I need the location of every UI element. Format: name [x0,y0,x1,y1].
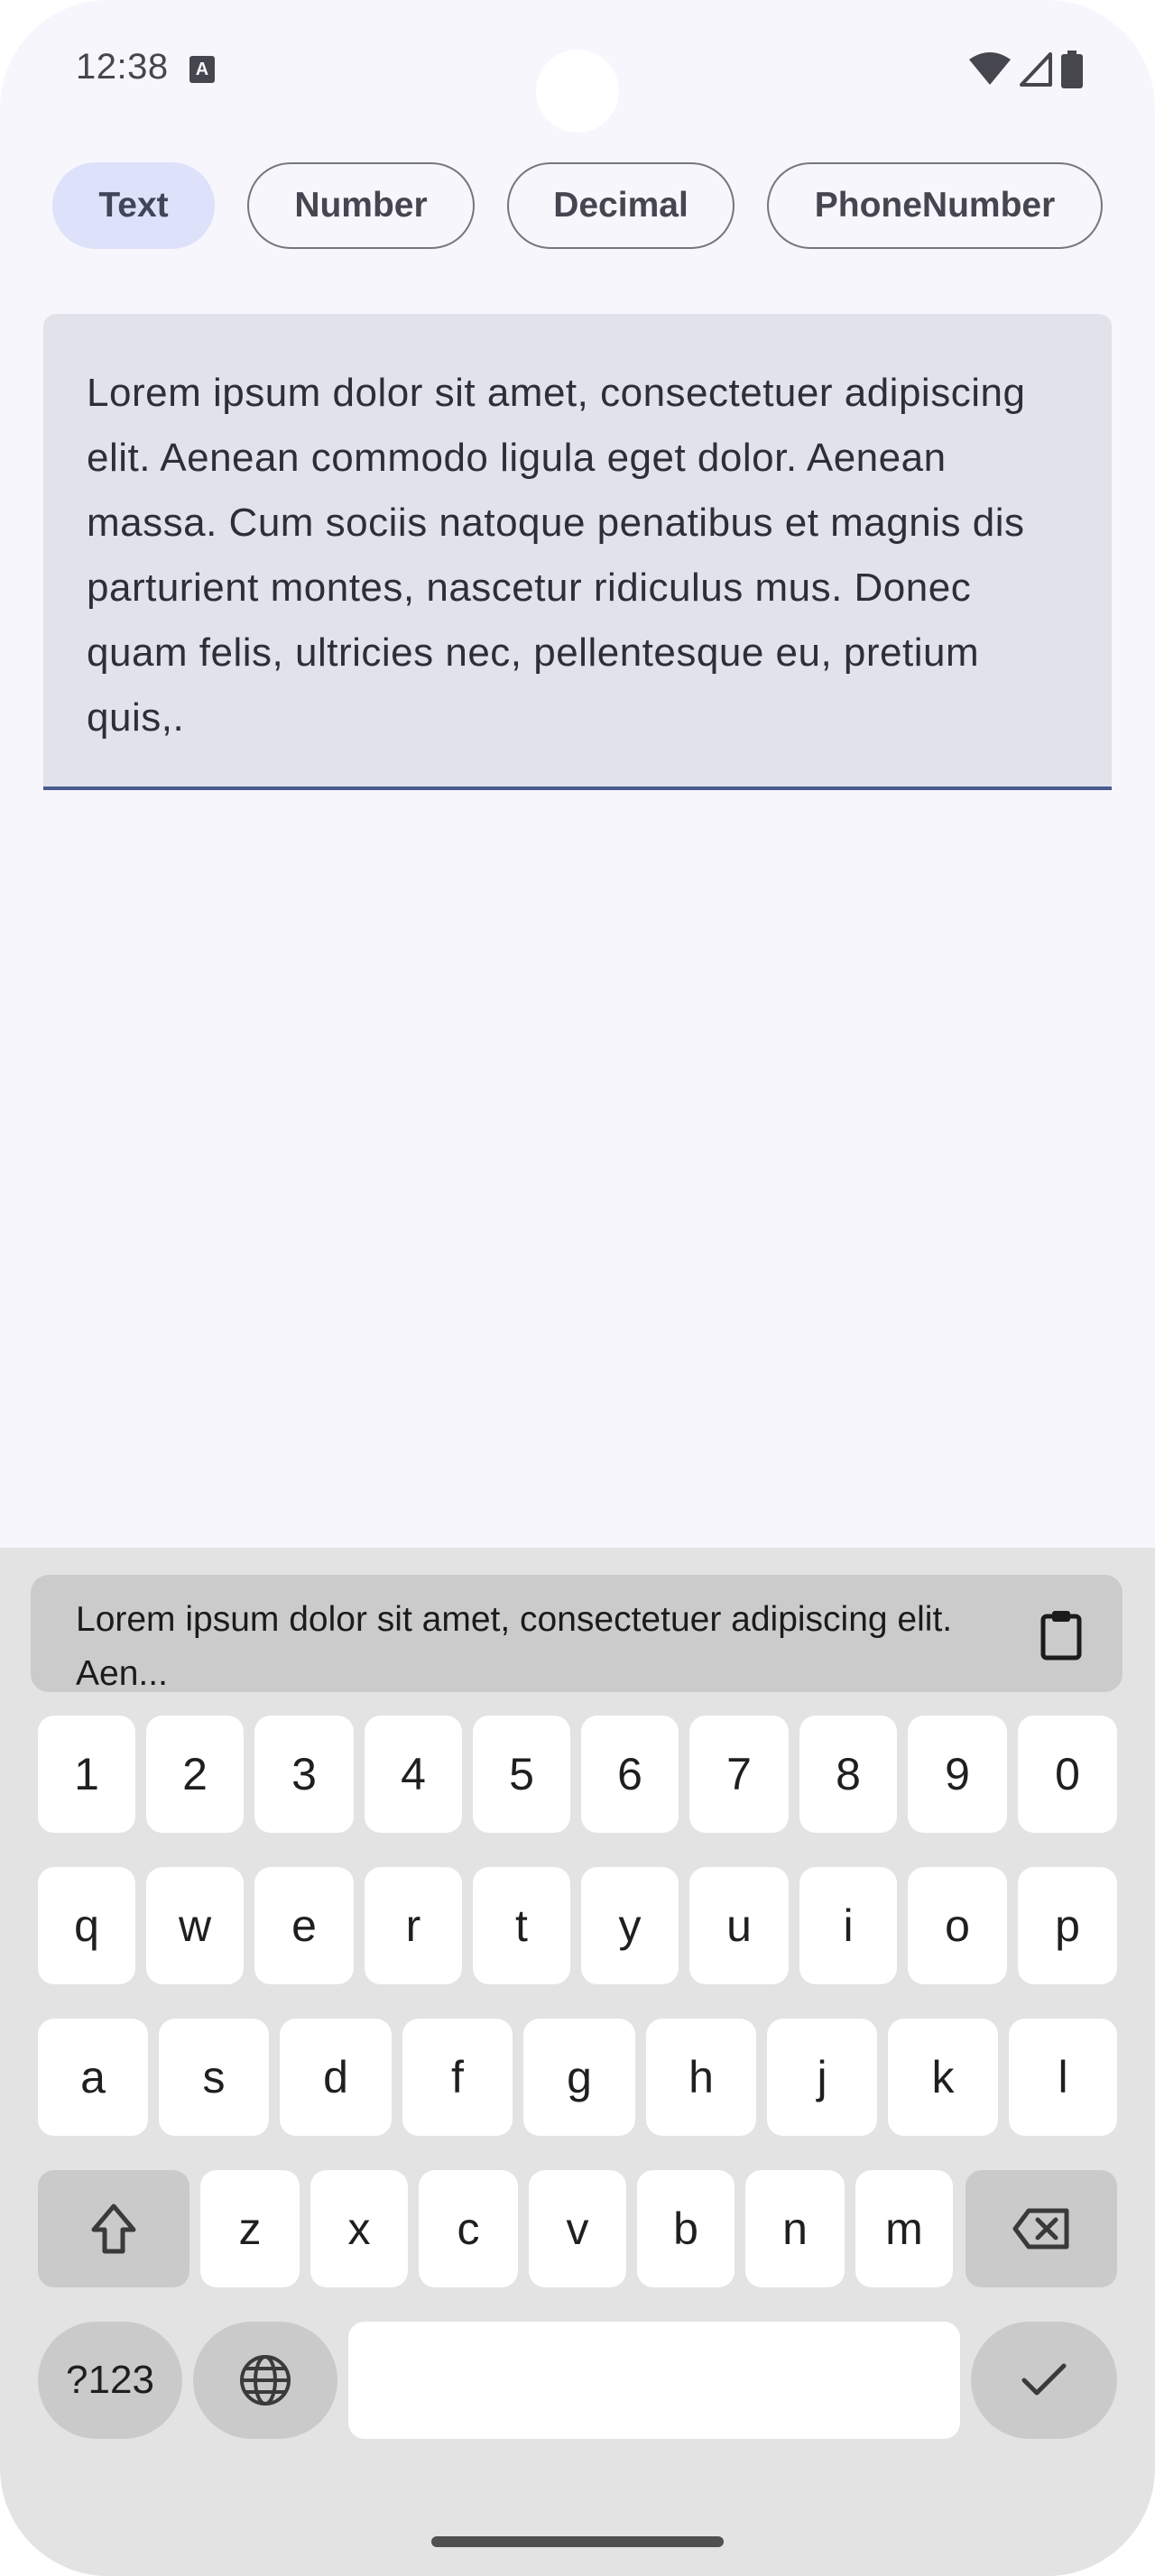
key-w[interactable]: w [146,1867,244,1984]
key-y[interactable]: y [581,1867,679,1984]
keyboard-notification-icon: A [189,56,215,83]
backspace-icon [1012,2208,1069,2249]
key-1[interactable]: 1 [38,1716,135,1833]
key-9[interactable]: 9 [908,1716,1007,1833]
screen: 12:38 A Text Number Decimal PhoneNumber … [0,0,1155,2576]
key-6[interactable]: 6 [581,1716,679,1833]
key-a[interactable]: a [38,2019,148,2136]
clipboard-suggestion-text: Lorem ipsum dolor sit amet, consectetuer… [76,1600,953,1693]
key-q[interactable]: q [38,1867,135,1984]
clipboard-suggestion[interactable]: Lorem ipsum dolor sit amet, consectetuer… [31,1575,1123,1693]
chip-decimal[interactable]: Decimal [507,162,735,249]
key-j[interactable]: j [767,2019,877,2136]
text-input-field[interactable]: Lorem ipsum dolor sit amet, consectetuer… [43,314,1112,790]
key-z[interactable]: z [200,2170,300,2287]
key-5[interactable]: 5 [473,1716,570,1833]
input-type-chips: Text Number Decimal PhoneNumber [52,162,1103,249]
chip-number[interactable]: Number [247,162,475,249]
text-field-value: Lorem ipsum dolor sit amet, consectetuer… [87,371,1026,740]
chip-phone-number[interactable]: PhoneNumber [767,162,1103,249]
soft-keyboard: Lorem ipsum dolor sit amet, consectetuer… [0,1548,1155,2576]
key-4[interactable]: 4 [365,1716,462,1833]
key-f[interactable]: f [402,2019,513,2136]
status-icons [969,51,1083,88]
key-k[interactable]: k [888,2019,998,2136]
language-switch-key[interactable] [193,2322,337,2439]
key-b[interactable]: b [637,2170,735,2287]
status-bar: 12:38 A [0,0,1155,135]
key-i[interactable]: i [799,1867,897,1984]
cell-signal-icon [1020,52,1052,87]
checkmark-icon [1021,2363,1067,2396]
symbols-key[interactable]: ?123 [38,2322,182,2439]
key-l[interactable]: l [1009,2019,1117,2136]
key-n[interactable]: n [745,2170,845,2287]
shift-key[interactable] [38,2170,189,2287]
key-2[interactable]: 2 [146,1716,244,1833]
key-o[interactable]: o [908,1867,1007,1984]
key-p[interactable]: p [1018,1867,1117,1984]
shift-icon [91,2203,136,2254]
key-x[interactable]: x [310,2170,408,2287]
key-h[interactable]: h [646,2019,756,2136]
home-indicator[interactable] [431,2536,724,2547]
key-0[interactable]: 0 [1018,1716,1117,1833]
key-3[interactable]: 3 [254,1716,354,1833]
space-bar[interactable] [348,2322,960,2439]
globe-icon [240,2355,291,2406]
clipboard-icon[interactable] [1040,1609,1083,1661]
status-time: 12:38 [76,47,169,87]
key-t[interactable]: t [473,1867,570,1984]
key-d[interactable]: d [280,2019,392,2136]
wifi-icon [969,52,1011,85]
key-8[interactable]: 8 [799,1716,897,1833]
key-e[interactable]: e [254,1867,354,1984]
key-s[interactable]: s [159,2019,269,2136]
key-v[interactable]: v [529,2170,626,2287]
backspace-key[interactable] [966,2170,1117,2287]
chip-text[interactable]: Text [52,162,215,249]
battery-icon [1061,51,1083,88]
key-r[interactable]: r [365,1867,462,1984]
key-u[interactable]: u [689,1867,789,1984]
key-7[interactable]: 7 [689,1716,789,1833]
key-m[interactable]: m [855,2170,953,2287]
done-key[interactable] [971,2322,1117,2439]
camera-cutout [536,50,619,133]
key-g[interactable]: g [523,2019,635,2136]
key-c[interactable]: c [419,2170,518,2287]
